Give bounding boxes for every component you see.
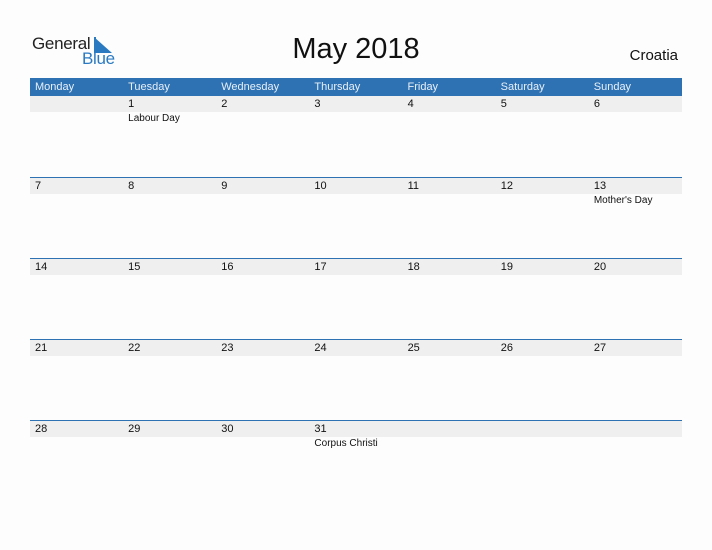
day-number: 28 xyxy=(35,423,48,435)
weekday-tuesday: Tuesday xyxy=(128,81,170,93)
day-cell: 22 xyxy=(123,340,216,421)
day-cell: 9 xyxy=(216,178,309,259)
week-row: 14 15 16 17 18 19 20 xyxy=(30,258,682,340)
day-cell: 4 xyxy=(403,96,496,177)
day-number: 29 xyxy=(128,423,141,435)
week-row: 21 22 23 24 25 26 27 xyxy=(30,339,682,421)
day-cell: 30 xyxy=(216,421,309,502)
day-cell: 17 xyxy=(309,259,402,340)
day-number: 14 xyxy=(35,261,48,273)
weekday-saturday: Saturday xyxy=(500,81,545,93)
weekday-thursday: Thursday xyxy=(314,81,361,93)
weekday-header: Monday Tuesday Wednesday Thursday Friday… xyxy=(30,78,682,96)
day-cell: 5 xyxy=(496,96,589,177)
day-number: 23 xyxy=(221,342,234,354)
holiday-label: Labour Day xyxy=(128,113,180,124)
calendar-title: May 2018 xyxy=(292,33,420,65)
day-number: 17 xyxy=(314,261,327,273)
day-cell: 27 xyxy=(589,340,682,421)
day-number: 31 xyxy=(314,423,327,435)
day-number: 3 xyxy=(314,98,321,110)
day-cell: 8 xyxy=(123,178,216,259)
day-number: 26 xyxy=(500,342,513,354)
day-cell: 18 xyxy=(403,259,496,340)
weekday-wednesday: Wednesday xyxy=(221,81,280,93)
weekday-monday: Monday xyxy=(35,81,75,93)
day-cell: 19 xyxy=(496,259,589,340)
day-number: 30 xyxy=(221,423,234,435)
day-cell: 6 xyxy=(589,96,682,177)
day-number: 19 xyxy=(500,261,513,273)
week-row: 28 29 30 31 Corpus Christi xyxy=(30,420,682,502)
weekday-friday: Friday xyxy=(407,81,439,93)
day-number: 10 xyxy=(314,180,327,192)
day-cell: 26 xyxy=(496,340,589,421)
day-cell: 12 xyxy=(496,178,589,259)
day-cell: 13 Mother's Day xyxy=(589,178,682,259)
day-cell: 21 xyxy=(30,340,123,421)
day-cell: 25 xyxy=(403,340,496,421)
day-number: 11 xyxy=(407,180,419,192)
day-cell xyxy=(589,421,682,502)
holiday-label: Corpus Christi xyxy=(314,438,378,449)
day-number: 18 xyxy=(407,261,420,273)
day-number: 1 xyxy=(128,98,135,110)
week-row: 7 8 9 10 11 12 13 Mother's Day xyxy=(30,177,682,259)
day-number: 25 xyxy=(407,342,420,354)
day-cell xyxy=(403,421,496,502)
day-cell: 31 Corpus Christi xyxy=(309,421,402,502)
day-number: 21 xyxy=(35,342,48,354)
day-cell: 14 xyxy=(30,259,123,340)
country-label: Croatia xyxy=(629,47,678,64)
day-cell: 20 xyxy=(589,259,682,340)
day-cell xyxy=(496,421,589,502)
week-row: 1 Labour Day 2 3 4 5 6 xyxy=(30,96,682,177)
day-cell: 15 xyxy=(123,259,216,340)
day-cell: 24 xyxy=(309,340,402,421)
day-cell: 11 xyxy=(403,178,496,259)
day-cell xyxy=(30,96,123,177)
day-cell: 29 xyxy=(123,421,216,502)
day-number: 16 xyxy=(221,261,234,273)
day-cell: 3 xyxy=(309,96,402,177)
day-number: 15 xyxy=(128,261,141,273)
holiday-label: Mother's Day xyxy=(593,195,653,206)
day-number: 6 xyxy=(593,98,600,110)
day-number: 7 xyxy=(35,180,42,192)
day-number: 5 xyxy=(500,98,507,110)
day-number: 20 xyxy=(593,261,607,273)
day-cell: 7 xyxy=(30,178,123,259)
day-number: 13 xyxy=(593,180,607,192)
day-number: 4 xyxy=(407,98,414,110)
day-number: 12 xyxy=(500,180,513,192)
day-cell: 2 xyxy=(216,96,309,177)
day-number: 27 xyxy=(593,342,607,354)
day-number: 24 xyxy=(314,342,327,354)
day-cell: 16 xyxy=(216,259,309,340)
day-cell: 10 xyxy=(309,178,402,259)
day-number: 9 xyxy=(221,180,228,192)
weekday-sunday: Sunday xyxy=(593,81,632,93)
day-cell: 23 xyxy=(216,340,309,421)
day-cell: 1 Labour Day xyxy=(123,96,216,177)
day-number: 22 xyxy=(128,342,141,354)
day-number: 2 xyxy=(221,98,228,110)
day-number: 8 xyxy=(128,180,135,192)
day-cell: 28 xyxy=(30,421,123,502)
